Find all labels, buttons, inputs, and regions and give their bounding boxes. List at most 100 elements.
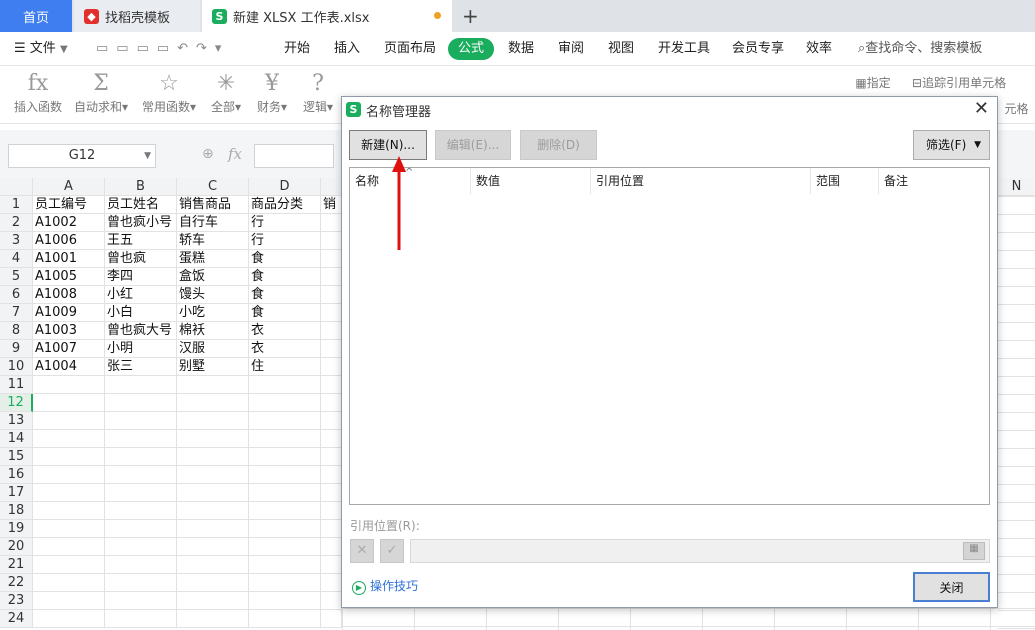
grid-cell[interactable] (105, 592, 177, 610)
grid-cell[interactable]: 李四 (105, 268, 177, 286)
grid-cell[interactable]: 汉服 (177, 340, 249, 358)
quick-access-toolbar[interactable]: ▭▭▭▭↶↷▾ (96, 32, 229, 66)
grid-cell[interactable]: 住 (249, 358, 321, 376)
logic-button[interactable]: ? 逻辑▾ (298, 70, 338, 122)
grid-cell[interactable] (321, 250, 342, 268)
new-tab-button[interactable]: + (462, 0, 482, 32)
grid-cell[interactable] (105, 502, 177, 520)
grid-cell[interactable] (321, 538, 342, 556)
grid-cell[interactable] (249, 520, 321, 538)
row-header[interactable]: 8 (0, 322, 33, 340)
row-header[interactable]: 20 (0, 538, 33, 556)
grid-cell[interactable] (249, 448, 321, 466)
grid-cell[interactable] (321, 556, 342, 574)
column-header-n[interactable]: N (998, 178, 1035, 196)
grid-cell[interactable] (33, 574, 105, 592)
grid-cell[interactable] (321, 322, 342, 340)
grid-cell[interactable] (105, 448, 177, 466)
column-header-b[interactable]: B (105, 178, 177, 196)
column-header-e[interactable] (321, 178, 342, 196)
menu-member[interactable]: 会员专享 (732, 32, 784, 66)
col-header-scope[interactable]: 范围 (811, 168, 879, 194)
grid-cell[interactable]: A1003 (33, 322, 105, 340)
column-header-d[interactable]: D (249, 178, 321, 196)
grid-cell[interactable] (105, 394, 177, 412)
grid-cell[interactable] (33, 538, 105, 556)
grid-cell[interactable] (33, 556, 105, 574)
grid-cell[interactable]: 曾也疯 (105, 250, 177, 268)
tab-home[interactable]: 首页 (0, 0, 72, 32)
column-header-c[interactable]: C (177, 178, 249, 196)
grid-cell[interactable]: 食 (249, 304, 321, 322)
grid-cell[interactable] (321, 610, 342, 628)
grid-cell[interactable]: A1009 (33, 304, 105, 322)
row-header[interactable]: 22 (0, 574, 33, 592)
grid-cell[interactable] (321, 304, 342, 322)
row-header[interactable]: 21 (0, 556, 33, 574)
grid-cell[interactable]: 员工编号 (33, 196, 105, 214)
row-header[interactable]: 11 (0, 376, 33, 394)
grid-cell[interactable] (177, 520, 249, 538)
grid-cell[interactable] (177, 574, 249, 592)
row-header[interactable]: 3 (0, 232, 33, 250)
grid-cell[interactable]: 员工姓名 (105, 196, 177, 214)
row-header[interactable]: 24 (0, 610, 33, 628)
grid-cell[interactable] (177, 484, 249, 502)
grid-cell[interactable] (33, 484, 105, 502)
grid-cell[interactable] (249, 466, 321, 484)
delete-name-button[interactable]: 删除(D) (520, 130, 597, 160)
insert-function-button[interactable]: fx 插入函数 (10, 70, 66, 122)
grid-cell[interactable] (105, 430, 177, 448)
grid-cell[interactable] (33, 592, 105, 610)
grid-cell[interactable] (33, 520, 105, 538)
grid-cell[interactable]: 行 (249, 232, 321, 250)
grid-cell[interactable]: A1001 (33, 250, 105, 268)
refers-to-input[interactable]: ▦ (410, 539, 990, 563)
grid-cell[interactable] (321, 592, 342, 610)
grid-cell[interactable]: 小白 (105, 304, 177, 322)
grid-cell[interactable] (321, 232, 342, 250)
grid-cell[interactable]: 商品分类 (249, 196, 321, 214)
grid-cell[interactable]: 张三 (105, 358, 177, 376)
grid-cell[interactable] (177, 538, 249, 556)
autosum-button[interactable]: Σ 自动求和▾ (70, 70, 132, 122)
grid-cell[interactable]: 销售商品 (177, 196, 249, 214)
grid-cell[interactable] (105, 466, 177, 484)
names-list[interactable]: 名称 ^ 数值 引用位置 范围 备注 (349, 167, 990, 505)
close-icon[interactable]: ✕ (974, 98, 989, 119)
grid-cell[interactable] (321, 394, 342, 412)
row-header[interactable]: 7 (0, 304, 33, 322)
grid-cell[interactable]: 销 (321, 196, 342, 214)
grid-cell[interactable] (33, 376, 105, 394)
grid-cell[interactable] (321, 520, 342, 538)
grid-cell[interactable]: 轿车 (177, 232, 249, 250)
grid-cell[interactable] (177, 376, 249, 394)
grid-cell[interactable] (33, 466, 105, 484)
grid-cell[interactable] (249, 394, 321, 412)
row-header[interactable]: 16 (0, 466, 33, 484)
grid-cell[interactable] (177, 394, 249, 412)
fx-icon[interactable]: fx (228, 145, 242, 163)
row-header[interactable]: 4 (0, 250, 33, 268)
grid-cell[interactable] (321, 574, 342, 592)
row-header[interactable]: 14 (0, 430, 33, 448)
grid-cell[interactable] (321, 412, 342, 430)
grid-cell[interactable]: 行 (249, 214, 321, 232)
grid-cell[interactable] (177, 502, 249, 520)
grid-cell[interactable] (33, 412, 105, 430)
row-header[interactable]: 15 (0, 448, 33, 466)
filter-dropdown[interactable]: 筛选(F) ▼ (913, 130, 990, 160)
row-header[interactable]: 13 (0, 412, 33, 430)
range-select-icon[interactable]: ▦ (963, 542, 985, 560)
menu-formula[interactable]: 公式 (448, 38, 495, 60)
grid-cell[interactable] (105, 538, 177, 556)
row-header[interactable]: 10 (0, 358, 33, 376)
spreadsheet-grid[interactable]: A B C D 1 员工编号 员工姓名 销售商品 商品分类销 2 A1002 曾也疯小号 自行车行 3 A1… (0, 178, 342, 630)
row-header[interactable]: 9 (0, 340, 33, 358)
grid-cell[interactable] (177, 556, 249, 574)
grid-cell[interactable]: 曾也疯大号 (105, 322, 177, 340)
grid-cell[interactable] (105, 556, 177, 574)
grid-cell[interactable]: A1008 (33, 286, 105, 304)
grid-cell[interactable] (177, 610, 249, 628)
grid-cell[interactable] (249, 376, 321, 394)
